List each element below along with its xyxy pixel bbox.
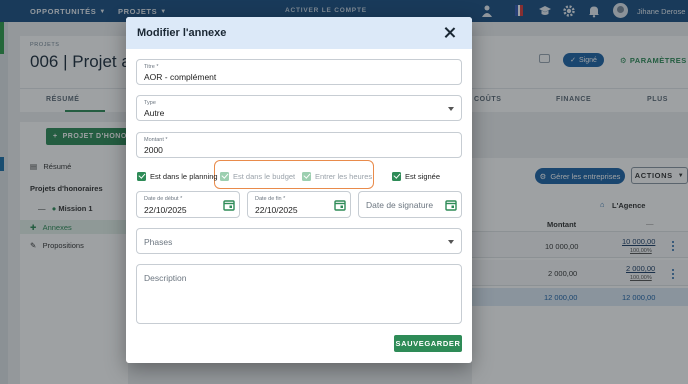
checkbox-signee-label: Est signée [405,171,441,181]
description-textarea[interactable]: Description [136,264,462,324]
date-fin-label: Date de fin * [255,196,286,202]
calendar-icon[interactable] [223,199,235,211]
date-fin-field[interactable]: Date de fin * 22/10/2025 [247,191,351,218]
edit-annex-dialog: Modifier l'annexe Titre * AOR - compléme… [126,17,472,363]
dialog-header: Modifier l'annexe [126,17,472,49]
type-label: Type [144,100,156,106]
date-signature-field[interactable]: Date de signature [358,191,462,218]
checkbox-heures[interactable]: Entrer les heures [302,170,372,182]
checkbox-checked-icon [302,171,311,181]
type-value: Autre [144,108,165,118]
montant-label: Montant * [144,137,168,143]
date-debut-value: 22/10/2025 [144,205,187,215]
calendar-icon[interactable] [445,199,457,211]
montant-value: 2000 [144,145,163,155]
checkbox-budget[interactable]: Est dans le budget [220,170,295,182]
checkbox-planning-label: Est dans le planning [150,171,218,181]
checkbox-checked-icon [220,171,229,181]
checkbox-planning[interactable]: Est dans le planning [137,170,218,182]
checkbox-signee[interactable]: Est signée [392,170,440,182]
titre-value: AOR - complément [144,72,217,82]
montant-field[interactable]: Montant * 2000 [136,132,462,158]
description-placeholder: Description [144,273,187,283]
checkbox-checked-icon [392,171,401,181]
phases-placeholder: Phases [144,237,173,247]
phases-select[interactable]: Phases [136,228,462,254]
calendar-icon[interactable] [334,199,346,211]
save-button[interactable]: SAUVEGARDER [394,335,462,352]
titre-label: Titre * [144,64,159,70]
date-fin-value: 22/10/2025 [255,205,298,215]
caret-down-icon [448,240,454,244]
checkbox-budget-label: Est dans le budget [233,171,296,181]
checkbox-heures-label: Entrer les heures [315,171,373,181]
type-select[interactable]: Type Autre [136,95,462,121]
dialog-title: Modifier l'annexe [137,27,227,39]
close-icon[interactable] [442,25,458,41]
date-debut-field[interactable]: Date de début * 22/10/2025 [136,191,240,218]
checkbox-checked-icon [137,171,146,181]
date-debut-label: Date de début * [144,196,183,202]
date-signature-placeholder: Date de signature [366,200,434,210]
caret-down-icon [448,107,454,111]
titre-field[interactable]: Titre * AOR - complément [136,59,462,85]
